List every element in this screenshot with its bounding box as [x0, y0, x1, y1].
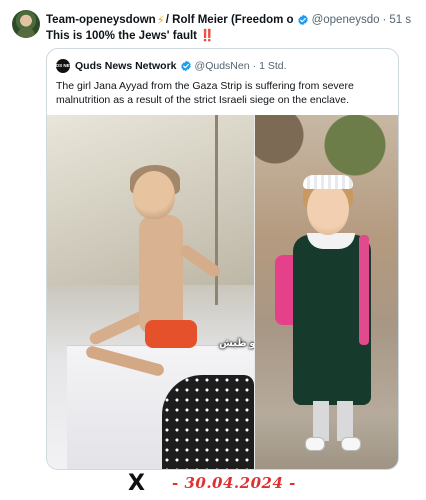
- lightning-emoji: ⚡: [156, 15, 165, 27]
- author-name-suffix[interactable]: / Rolf Meier (Freedom o: [166, 14, 294, 26]
- child-head: [133, 171, 175, 219]
- author-handle[interactable]: @openeysdo: [312, 14, 380, 26]
- patterned-bag: [162, 375, 254, 469]
- quoted-tweet[interactable]: QUDS NEWS Quds News Network @QudsNen · 1…: [46, 48, 399, 470]
- quoted-tweet-text: The girl Jana Ayyad from the Gaza Strip …: [56, 80, 354, 106]
- photo-watermark: تصوير عمرو طبش: [219, 338, 254, 349]
- quoted-tweet-header: QUDS NEWS Quds News Network @QudsNen · 1…: [49, 59, 287, 73]
- caption-date: - 30.04.2024 -: [172, 474, 296, 492]
- verified-badge-icon: [180, 60, 191, 72]
- girl-legs: [313, 401, 353, 441]
- double-exclamation-emoji: ‼️: [200, 30, 214, 42]
- separator-dot: ·: [382, 14, 387, 26]
- caption-bar: X - 30.04.2024 -: [0, 470, 426, 500]
- verified-badge-icon: [297, 14, 308, 26]
- quoted-author-name[interactable]: Quds News Network: [75, 60, 177, 72]
- girl-head: [307, 183, 349, 235]
- child-shorts: [145, 320, 197, 348]
- quoted-author-handle[interactable]: @QudsNen: [195, 60, 250, 72]
- author-avatar[interactable]: [12, 10, 40, 38]
- tweet-text: This is 100% the Jews' fault ‼️: [46, 28, 215, 42]
- backpack-strap: [359, 235, 369, 345]
- white-shoe: [305, 437, 325, 451]
- tweet-header: Team-openeysdown ⚡ / Rolf Meier (Freedom…: [46, 12, 418, 28]
- quoted-tweet-media[interactable]: تصوير عمرو طبش: [47, 115, 398, 469]
- quoted-tweet-timestamp[interactable]: 1 Std.: [259, 60, 286, 72]
- tweet[interactable]: Team-openeysdown ⚡ / Rolf Meier (Freedom…: [0, 0, 426, 470]
- tweet-timestamp[interactable]: 51 s: [389, 14, 411, 26]
- x-logo-icon: X: [128, 471, 145, 496]
- author-name[interactable]: Team-openeysdown: [46, 14, 156, 26]
- white-shoe: [341, 437, 361, 451]
- photo-left[interactable]: تصوير عمرو طبش: [47, 115, 254, 469]
- tweet-text-body: This is 100% the Jews' fault: [46, 30, 198, 42]
- child-body: [139, 215, 183, 335]
- photo-right[interactable]: [255, 115, 398, 469]
- lace-headband: [303, 175, 353, 189]
- quoted-author-avatar[interactable]: QUDS NEWS: [49, 59, 77, 73]
- separator-dot: ·: [252, 60, 257, 72]
